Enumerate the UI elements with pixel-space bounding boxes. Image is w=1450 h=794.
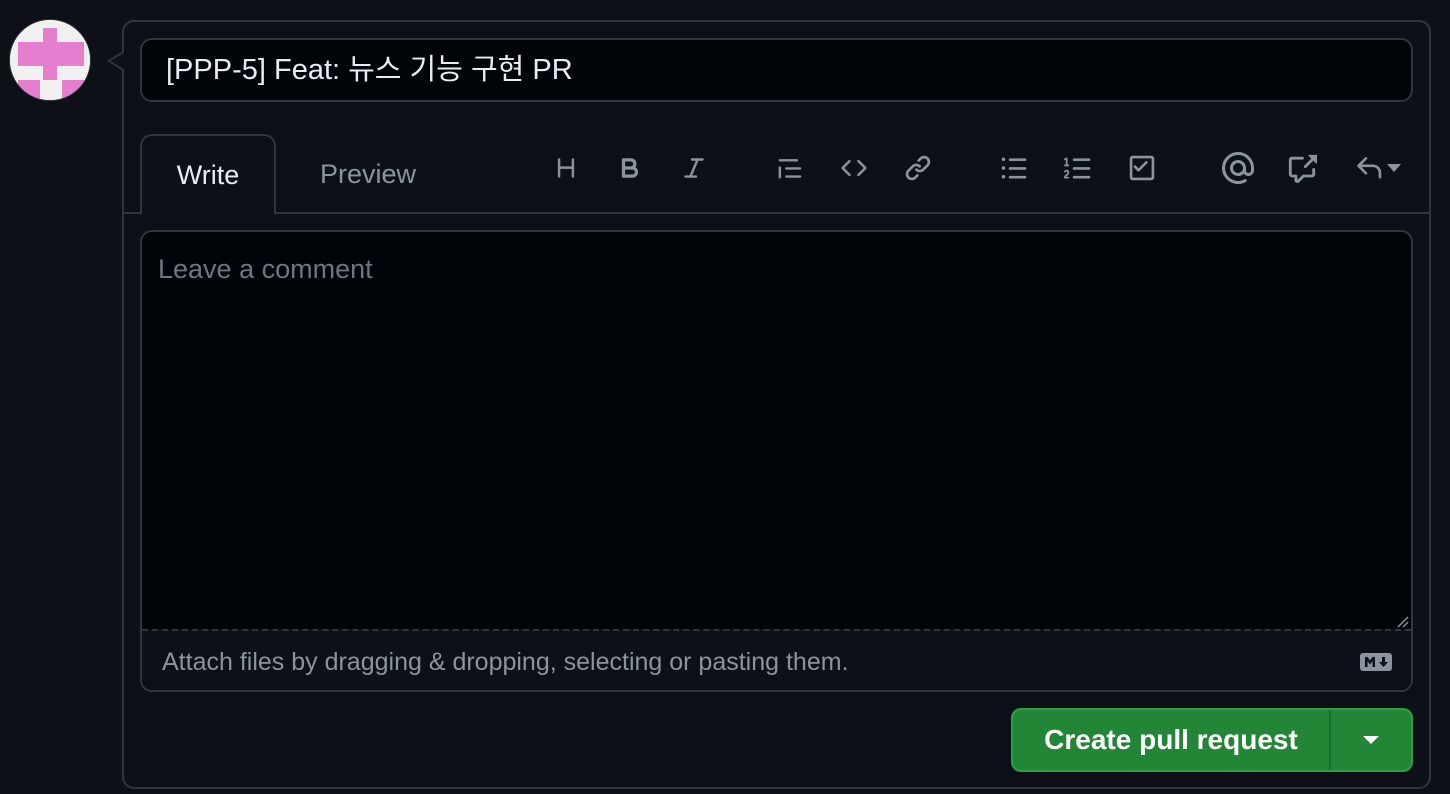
quote-button[interactable] xyxy=(770,148,810,188)
ordered-list-button[interactable] xyxy=(1058,148,1098,188)
ordered-list-icon xyxy=(1064,157,1091,179)
saved-replies-button[interactable] xyxy=(1346,148,1410,188)
attach-files-bar[interactable]: Attach files by dragging & dropping, sel… xyxy=(142,629,1411,690)
link-icon xyxy=(905,155,931,181)
mention-icon xyxy=(1222,152,1254,184)
italic-icon xyxy=(684,158,704,178)
quote-icon xyxy=(778,159,802,179)
unordered-list-icon xyxy=(1001,157,1027,179)
comment-textarea[interactable]: Leave a comment xyxy=(142,232,1411,630)
triangle-down-icon xyxy=(1363,736,1379,744)
resize-grip-icon[interactable] xyxy=(1395,614,1409,628)
create-pull-request-button[interactable]: Create pull request xyxy=(1013,710,1331,770)
identicon-icon xyxy=(10,20,90,100)
bold-button[interactable] xyxy=(610,148,650,188)
unordered-list-button[interactable] xyxy=(994,148,1034,188)
bold-icon xyxy=(621,158,639,178)
panel-caret-inner xyxy=(110,53,124,69)
task-list-button[interactable] xyxy=(1122,148,1162,188)
link-button[interactable] xyxy=(898,148,938,188)
italic-button[interactable] xyxy=(674,148,714,188)
comment-editor: Leave a comment Attach files by dragging… xyxy=(140,230,1413,692)
code-button[interactable] xyxy=(834,148,874,188)
heading-button[interactable] xyxy=(546,148,586,188)
chevron-down-icon xyxy=(1387,164,1401,172)
heading-icon xyxy=(557,158,575,178)
code-icon xyxy=(841,159,867,177)
markdown-icon[interactable] xyxy=(1359,652,1393,672)
reply-icon xyxy=(1357,157,1382,179)
mention-button[interactable] xyxy=(1218,148,1258,188)
attach-files-hint: Attach files by dragging & dropping, sel… xyxy=(162,648,849,676)
cross-reference-button[interactable] xyxy=(1282,148,1322,188)
cross-reference-icon xyxy=(1288,154,1317,183)
avatar[interactable] xyxy=(9,19,91,101)
create-pr-button-group: Create pull request xyxy=(1011,708,1413,772)
pr-title-input[interactable]: [PPP-5] Feat: 뉴스 기능 구현 PR xyxy=(140,38,1413,102)
tab-write[interactable]: Write xyxy=(140,134,276,214)
create-pr-options-button[interactable] xyxy=(1331,710,1411,770)
tab-preview[interactable]: Preview xyxy=(296,134,440,214)
task-list-icon xyxy=(1129,155,1155,181)
